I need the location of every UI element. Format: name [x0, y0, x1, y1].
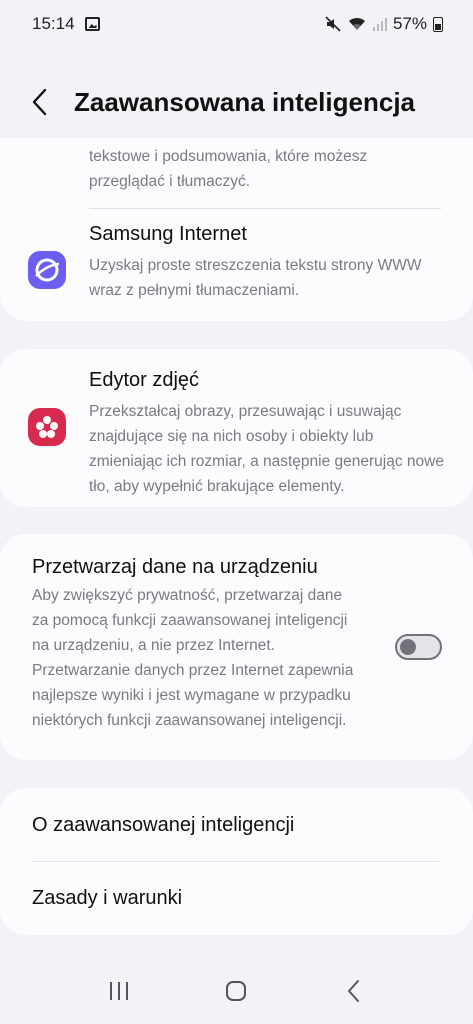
- samsung-internet-title: Samsung Internet: [89, 223, 247, 245]
- process-on-device-title: Przetwarzaj dane na urządzeniu: [32, 556, 318, 578]
- chevron-left-icon: [32, 88, 47, 116]
- signal-icon: [372, 18, 387, 31]
- toggle-knob: [400, 639, 416, 655]
- photo-editor-icon: [28, 408, 66, 446]
- about-link: O zaawansowanej inteligencji: [32, 814, 295, 836]
- status-left: 15:14: [32, 14, 100, 34]
- terms-row[interactable]: Zasady i warunki: [0, 862, 473, 935]
- process-on-device-desc: Aby zwiększyć prywatność, przetwarzaj da…: [32, 587, 354, 729]
- mute-icon: [325, 16, 341, 32]
- planet-icon: [35, 258, 60, 282]
- process-on-device-card[interactable]: Przetwarzaj dane na urządzeniu Aby zwięk…: [0, 534, 473, 760]
- terms-link: Zasady i warunki: [32, 887, 183, 909]
- battery-icon: [433, 16, 443, 32]
- status-bar: 15:14 57%: [0, 0, 473, 48]
- page-title: Zaawansowana inteligencja: [74, 86, 415, 117]
- apps-card: tekstowe i podsumowania, które możesz pr…: [0, 138, 473, 321]
- photo-editor-desc: Przekształcaj obrazy, przesuwając i usuw…: [89, 403, 444, 495]
- home-button[interactable]: [206, 966, 266, 1016]
- process-on-device-toggle[interactable]: [395, 634, 442, 660]
- navigation-bar: [0, 958, 473, 1024]
- recents-icon: [109, 982, 128, 1000]
- flower-icon: [36, 416, 58, 438]
- header: Zaawansowana inteligencja: [0, 80, 473, 124]
- recents-button[interactable]: [89, 966, 149, 1016]
- partial-app-desc: tekstowe i podsumowania, które możesz pr…: [89, 148, 368, 190]
- about-row[interactable]: O zaawansowanej inteligencji: [0, 788, 473, 861]
- settings-list[interactable]: tekstowe i podsumowania, które możesz pr…: [0, 138, 473, 938]
- chevron-left-icon: [348, 980, 360, 1002]
- status-time: 15:14: [32, 14, 75, 33]
- status-right: 57%: [325, 14, 443, 34]
- back-button[interactable]: [10, 80, 70, 124]
- battery-percent: 57%: [392, 14, 427, 33]
- partial-app-row[interactable]: tekstowe i podsumowania, które możesz pr…: [0, 138, 473, 210]
- links-card: O zaawansowanej inteligencji Zasady i wa…: [0, 788, 473, 935]
- divider: [89, 208, 441, 209]
- photo-editor-title: Edytor zdjęć: [89, 369, 200, 391]
- back-nav-button[interactable]: [324, 966, 384, 1016]
- wifi-icon: [348, 17, 365, 30]
- photo-editor-card[interactable]: Edytor zdjęć Przekształcaj obrazy, przes…: [0, 349, 473, 507]
- samsung-internet-desc: Uzyskaj proste streszczenia tekstu stron…: [89, 257, 422, 299]
- samsung-internet-row[interactable]: Samsung Internet Uzyskaj proste streszcz…: [0, 210, 473, 321]
- gallery-icon: [84, 17, 100, 31]
- home-icon: [226, 981, 247, 1001]
- samsung-internet-icon: [28, 251, 66, 289]
